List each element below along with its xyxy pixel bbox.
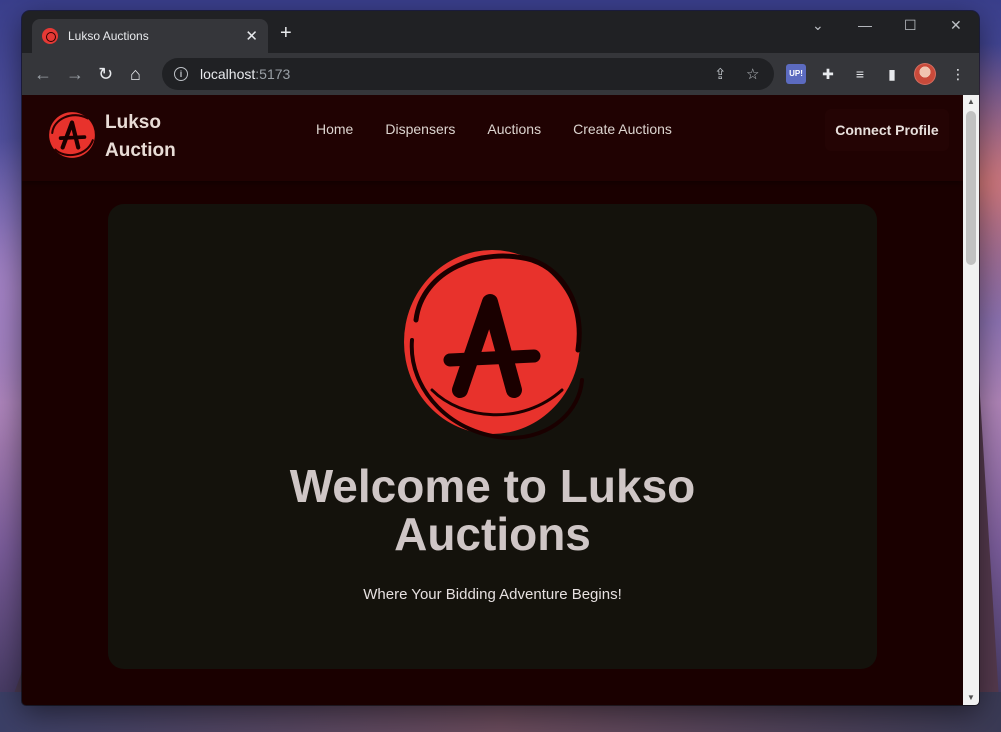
- reload-button[interactable]: ↻: [98, 63, 113, 85]
- new-tab-button[interactable]: +: [280, 23, 292, 43]
- close-window-button[interactable]: ✕: [950, 17, 962, 34]
- up-extension-icon[interactable]: UP!: [786, 64, 806, 84]
- connect-profile-button[interactable]: Connect Profile: [825, 109, 949, 151]
- tab-search-icon[interactable]: ⌄: [812, 17, 824, 34]
- scroll-down-arrow-icon[interactable]: ▼: [963, 691, 979, 705]
- favicon-icon: [42, 28, 58, 44]
- scrollbar-thumb[interactable]: [966, 111, 976, 265]
- tab-strip: Lukso Auctions ✕ + ⌄ — ☐ ✕: [22, 11, 979, 53]
- tab-close-icon[interactable]: ✕: [245, 29, 258, 44]
- minimize-button[interactable]: —: [858, 17, 872, 33]
- hero-subtitle: Where Your Bidding Adventure Begins!: [363, 586, 622, 603]
- tab-title: Lukso Auctions: [68, 29, 149, 43]
- address-bar[interactable]: i localhost :5173 ⇪ ☆: [162, 58, 774, 90]
- nav-link-auctions[interactable]: Auctions: [487, 121, 541, 137]
- url-port: :5173: [255, 66, 291, 82]
- nav-link-create-auctions[interactable]: Create Auctions: [573, 121, 672, 137]
- hero-title-line2: Auctions: [394, 508, 591, 560]
- brand-name[interactable]: Lukso Auction: [105, 109, 176, 165]
- hero-card: Welcome to Lukso Auctions Where Your Bid…: [108, 204, 877, 669]
- nav-link-home[interactable]: Home: [316, 121, 353, 137]
- back-button[interactable]: ←: [34, 63, 52, 85]
- home-button[interactable]: ⌂: [130, 63, 141, 85]
- hero-logo-icon: [404, 250, 584, 441]
- brand-name-line2: Auction: [105, 140, 176, 161]
- site-navbar: Lukso Auction Home Dispensers Auctions C…: [22, 95, 963, 181]
- share-icon[interactable]: ⇪: [714, 65, 727, 83]
- maximize-button[interactable]: ☐: [904, 17, 917, 34]
- hero-title: Welcome to Lukso Auctions: [108, 462, 877, 558]
- browser-toolbar: ← → ↻ ⌂ i localhost :5173 ⇪ ☆ UP! ✚ ≡ ▮ …: [22, 53, 979, 95]
- forward-button[interactable]: →: [66, 63, 84, 85]
- url-host: localhost: [200, 66, 256, 82]
- hero-title-line1: Welcome to Lukso: [289, 460, 696, 512]
- browser-menu-icon[interactable]: ⋮: [948, 64, 968, 84]
- browser-window: Lukso Auctions ✕ + ⌄ — ☐ ✕ ← → ↻ ⌂ i loc…: [22, 11, 979, 705]
- extensions-puzzle-icon[interactable]: ✚: [818, 64, 838, 84]
- media-control-icon[interactable]: ≡: [850, 64, 870, 84]
- site-nav-links: Home Dispensers Auctions Create Auctions: [316, 121, 672, 137]
- profile-avatar[interactable]: [914, 63, 936, 85]
- browser-tab[interactable]: Lukso Auctions ✕: [32, 19, 268, 53]
- site-info-icon[interactable]: i: [174, 67, 188, 81]
- page-viewport: Lukso Auction Home Dispensers Auctions C…: [22, 95, 979, 705]
- scroll-up-arrow-icon[interactable]: ▲: [963, 95, 979, 109]
- side-panel-icon[interactable]: ▮: [882, 64, 902, 84]
- lukso-auction-logo-icon[interactable]: [46, 109, 98, 161]
- vertical-scrollbar[interactable]: ▲ ▼: [963, 95, 979, 705]
- nav-link-dispensers[interactable]: Dispensers: [385, 121, 455, 137]
- bookmark-star-icon[interactable]: ☆: [746, 65, 759, 83]
- brand-name-line1: Lukso: [105, 112, 161, 133]
